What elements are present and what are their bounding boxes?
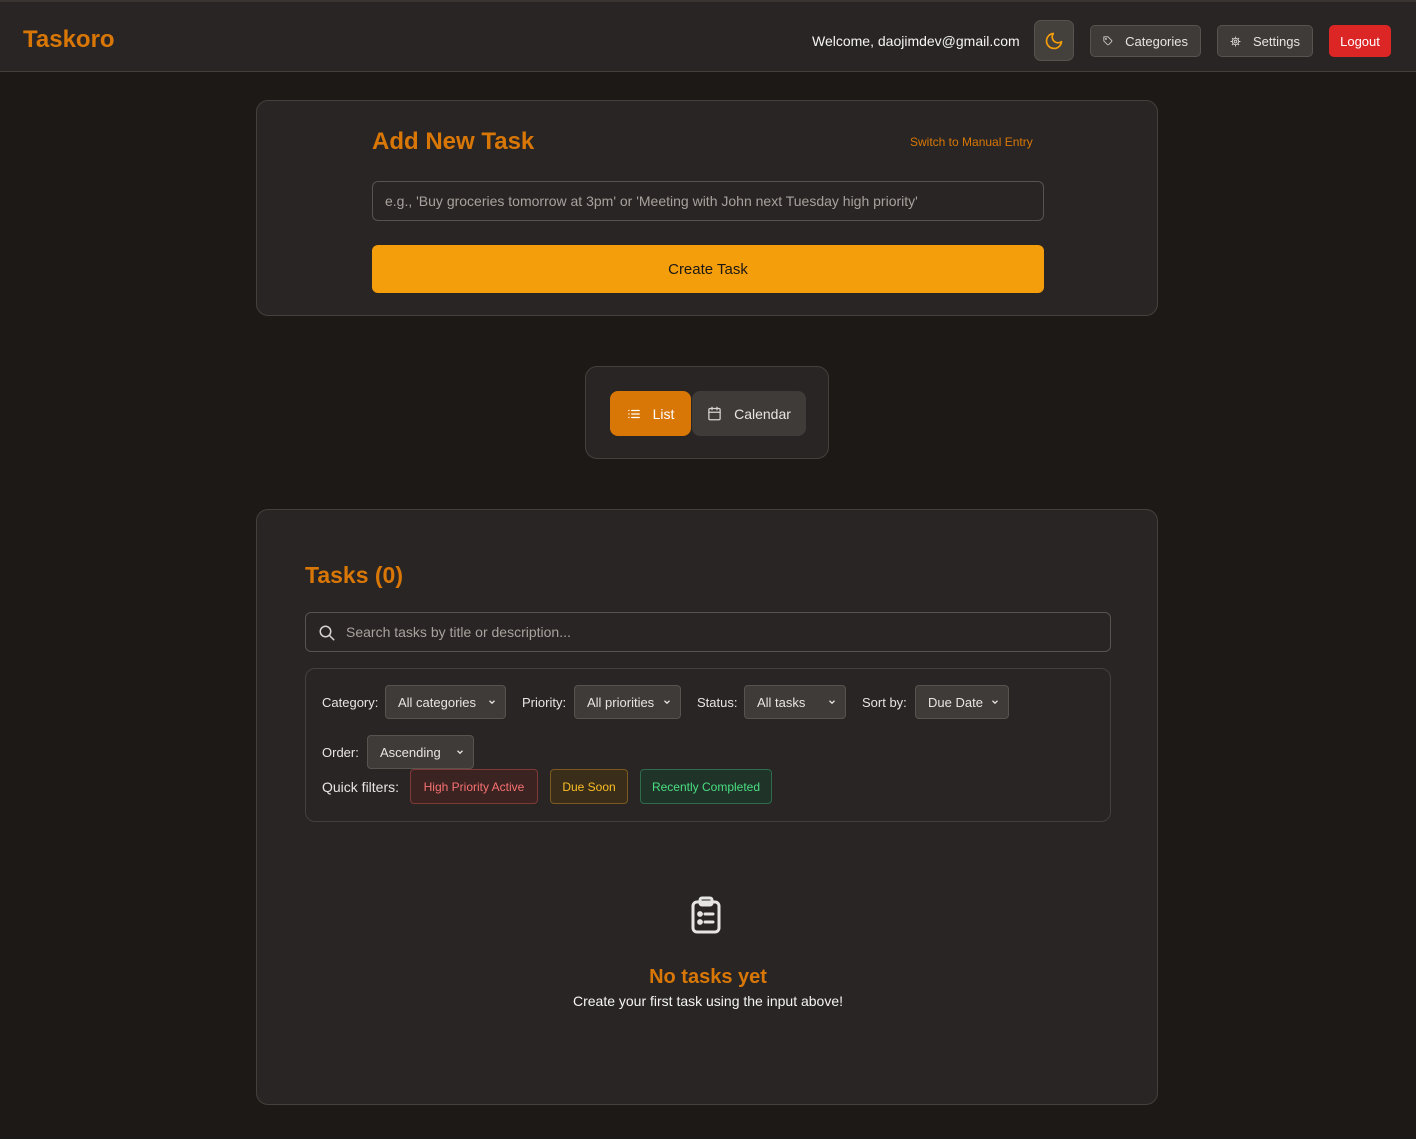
settings-label: Settings <box>1253 33 1300 49</box>
logout-button[interactable]: Logout <box>1329 25 1391 57</box>
task-natural-language-input[interactable] <box>372 181 1044 221</box>
gear-icon <box>1230 35 1241 47</box>
chevron-down-icon <box>489 700 495 705</box>
quick-filter-recently-completed[interactable]: Recently Completed <box>640 769 772 804</box>
empty-state-title: No tasks yet <box>649 966 767 988</box>
empty-state-subtitle: Create your first task using the input a… <box>572 993 844 1009</box>
welcome-text: Welcome, daojimdev@gmail.com <box>812 33 1020 49</box>
status-select-value: All tasks <box>757 694 806 710</box>
calendar-view-label: Calendar <box>734 405 791 422</box>
app-brand[interactable]: Taskoro <box>23 26 115 54</box>
categories-label: Categories <box>1125 33 1188 49</box>
status-select[interactable]: All tasks <box>744 685 846 719</box>
view-toggle: List Calendar <box>585 366 829 459</box>
sort-select-value: Due Date <box>928 694 983 710</box>
chevron-down-icon <box>457 750 463 755</box>
sort-filter-label: Sort by: <box>862 695 907 710</box>
task-search-input[interactable] <box>346 613 1096 651</box>
calendar-icon <box>708 406 721 421</box>
task-search-box[interactable] <box>305 612 1111 652</box>
moon-icon <box>1045 32 1063 49</box>
order-filter-label: Order: <box>322 745 359 760</box>
list-icon <box>627 409 640 418</box>
category-select-value: All categories <box>398 694 477 710</box>
switch-manual-entry-link[interactable]: Switch to Manual Entry <box>910 135 1033 149</box>
quick-filters-label: Quick filters: <box>322 779 400 795</box>
status-filter-label: Status: <box>697 695 738 710</box>
add-task-title: Add New Task <box>372 128 535 155</box>
chevron-down-icon <box>992 700 998 705</box>
sort-select[interactable]: Due Date <box>915 685 1009 719</box>
quick-filter-high-priority[interactable]: High Priority Active <box>410 769 538 804</box>
list-view-label: List <box>652 405 675 422</box>
chevron-down-icon <box>664 700 670 705</box>
priority-select-value: All priorities <box>587 694 655 710</box>
create-task-button[interactable]: Create Task <box>372 245 1044 293</box>
settings-button[interactable]: Settings <box>1217 25 1313 57</box>
tasks-card: Tasks (0) Category: All categories Prior… <box>256 509 1158 1105</box>
order-select[interactable]: Ascending <box>367 735 474 769</box>
categories-button[interactable]: Categories <box>1090 25 1201 57</box>
list-view-button[interactable]: List <box>610 391 691 436</box>
add-task-card: Add New Task Switch to Manual Entry Crea… <box>256 100 1158 316</box>
chevron-down-icon <box>829 700 835 705</box>
clipboard-list-icon <box>691 896 721 934</box>
calendar-view-button[interactable]: Calendar <box>692 391 806 436</box>
priority-select[interactable]: All priorities <box>574 685 681 719</box>
category-filter-label: Category: <box>322 695 379 710</box>
search-icon <box>319 625 335 641</box>
theme-toggle-button[interactable] <box>1034 20 1074 61</box>
tag-icon <box>1103 36 1113 46</box>
order-select-value: Ascending <box>380 744 441 760</box>
category-select[interactable]: All categories <box>385 685 506 719</box>
quick-filter-due-soon[interactable]: Due Soon <box>550 769 628 804</box>
top-navbar: Taskoro Welcome, daojimdev@gmail.com Cat… <box>0 0 1416 72</box>
filters-panel: Category: All categories Priority: All p… <box>305 668 1111 822</box>
priority-filter-label: Priority: <box>522 695 567 710</box>
tasks-title: Tasks (0) <box>305 562 404 588</box>
